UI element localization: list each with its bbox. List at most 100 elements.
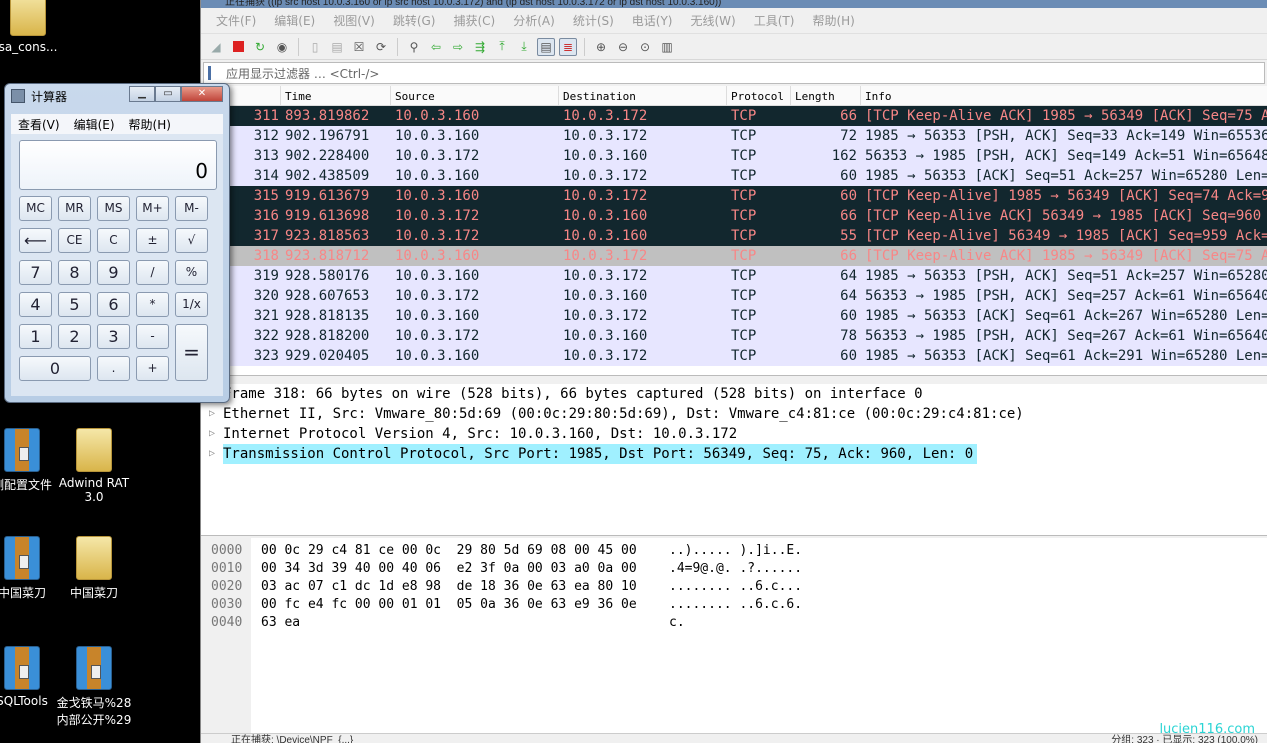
packet-row[interactable]: 317 923.818563 10.0.3.172 10.0.3.160 TCP 55 [T… <box>201 226 1267 246</box>
desktop-icon-chopper-zip[interactable]: 中国菜刀 <box>0 536 62 601</box>
key-8[interactable]: 8 <box>58 260 91 285</box>
packet-row[interactable]: 312 902.196791 10.0.3.160 10.0.3.172 TCP 72 19… <box>201 126 1267 146</box>
capture-options-icon[interactable]: ◉ <box>273 38 291 56</box>
resize-columns-icon[interactable]: ▥ <box>658 38 676 56</box>
key-ms[interactable]: MS <box>97 196 130 221</box>
close-button[interactable]: ✕ <box>181 86 223 102</box>
zoom-in-icon[interactable]: ⊕ <box>592 38 610 56</box>
column-header-source[interactable]: Source <box>391 86 559 105</box>
expand-triangle-icon[interactable]: ▷ <box>201 444 223 464</box>
key-plus-minus[interactable]: ± <box>136 228 169 253</box>
packet-row[interactable]: 322 928.818200 10.0.3.172 10.0.3.160 TCP 78 56… <box>201 326 1267 346</box>
key-sqrt[interactable]: √ <box>175 228 208 253</box>
go-back-icon[interactable]: ⇦ <box>427 38 445 56</box>
calculator-titlebar[interactable]: 计算器 ▁ ▭ ✕ <box>5 84 229 108</box>
packet-row[interactable]: 323 929.020405 10.0.3.160 10.0.3.172 TCP 60 19… <box>201 346 1267 366</box>
go-last-icon[interactable]: ⤓ <box>515 38 533 56</box>
save-file-icon[interactable]: ▤ <box>328 38 346 56</box>
key-1[interactable]: 1 <box>19 324 52 349</box>
key-backspace[interactable]: ⟵ <box>19 228 52 253</box>
key-5[interactable]: 5 <box>58 292 91 317</box>
key-ce[interactable]: CE <box>58 228 91 253</box>
display-filter-input[interactable]: 应用显示过滤器 … <Ctrl-/> <box>226 65 379 82</box>
key-decimal[interactable]: . <box>97 356 130 381</box>
key-subtract[interactable]: - <box>136 324 169 349</box>
bytes-hex-column[interactable]: 00 0c 29 c4 81 ce 00 0c 29 80 5d 69 08 0… <box>251 538 661 733</box>
menu-help[interactable]: 帮助(H) <box>803 12 863 29</box>
open-file-icon[interactable]: ▯ <box>306 38 324 56</box>
key-4[interactable]: 4 <box>19 292 52 317</box>
packet-row[interactable]: 318 923.818712 10.0.3.160 10.0.3.172 TCP 66 [T… <box>201 246 1267 266</box>
packet-row[interactable]: 316 919.613698 10.0.3.172 10.0.3.160 TCP 66 [T… <box>201 206 1267 226</box>
key-percent[interactable]: % <box>175 260 208 285</box>
menu-wireless[interactable]: 无线(W) <box>682 12 745 29</box>
column-header-info[interactable]: Info <box>861 86 1267 105</box>
packet-row[interactable]: 321 928.818135 10.0.3.160 10.0.3.172 TCP 60 19… <box>201 306 1267 326</box>
menu-edit[interactable]: 编辑(E) <box>265 12 324 29</box>
key-m-minus[interactable]: M- <box>175 196 208 221</box>
find-packet-icon[interactable]: ⚲ <box>405 38 423 56</box>
shark-fin-start-icon[interactable]: ◢ <box>207 38 225 56</box>
packet-row[interactable]: 319 928.580176 10.0.3.160 10.0.3.172 TCP 64 19… <box>201 266 1267 286</box>
go-first-icon[interactable]: ⤒ <box>493 38 511 56</box>
menu-tools[interactable]: 工具(T) <box>745 12 804 29</box>
column-header-time[interactable]: Time <box>281 86 391 105</box>
colorize-icon[interactable]: ≣ <box>559 37 577 56</box>
packet-row[interactable]: 314 902.438509 10.0.3.160 10.0.3.172 TCP 60 19… <box>201 166 1267 186</box>
go-forward-icon[interactable]: ⇨ <box>449 38 467 56</box>
key-divide[interactable]: / <box>136 260 169 285</box>
go-to-packet-icon[interactable]: ⇶ <box>471 38 489 56</box>
column-header-protocol[interactable]: Protocol <box>727 86 791 105</box>
expand-triangle-icon[interactable]: ▷ <box>201 404 223 424</box>
zoom-out-icon[interactable]: ⊖ <box>614 38 632 56</box>
autoscroll-icon[interactable]: ▤ <box>537 37 555 56</box>
menu-analyze[interactable]: 分析(A) <box>504 12 564 29</box>
maximize-button[interactable]: ▭ <box>155 86 181 102</box>
column-header-length[interactable]: Length <box>791 86 861 105</box>
key-add[interactable]: + <box>136 356 169 381</box>
column-header-destination[interactable]: Destination <box>559 86 727 105</box>
packet-row[interactable]: 313 902.228400 10.0.3.172 10.0.3.160 TCP 162 5… <box>201 146 1267 166</box>
key-6[interactable]: 6 <box>97 292 130 317</box>
menu-statistics[interactable]: 统计(S) <box>564 12 623 29</box>
close-file-icon[interactable]: ☒ <box>350 38 368 56</box>
packet-row[interactable]: 315 919.613679 10.0.3.160 10.0.3.172 TCP 60 [T… <box>201 186 1267 206</box>
desktop-icon-sa-cons[interactable]: sa_cons... <box>0 0 68 54</box>
detail-tree-item[interactable]: ▷ Internet Protocol Version 4, Src: 10.0.… <box>201 424 1267 444</box>
desktop-icon-chopper-folder[interactable]: 中国菜刀 <box>54 536 134 601</box>
reload-file-icon[interactable]: ⟳ <box>372 38 390 56</box>
zoom-reset-icon[interactable]: ⊙ <box>636 38 654 56</box>
key-3[interactable]: 3 <box>97 324 130 349</box>
key-2[interactable]: 2 <box>58 324 91 349</box>
desktop-icon-config[interactable]: 测配置文件 <box>0 428 62 493</box>
packet-row[interactable]: 320 928.607653 10.0.3.172 10.0.3.160 TCP 64 56… <box>201 286 1267 306</box>
key-equals[interactable]: = <box>175 324 208 381</box>
bookmark-icon[interactable] <box>208 66 220 80</box>
menu-go[interactable]: 跳转(G) <box>384 12 445 29</box>
key-reciprocal[interactable]: 1/x <box>175 292 208 317</box>
menu-file[interactable]: 文件(F) <box>207 12 265 29</box>
menu-telephony[interactable]: 电话(Y) <box>623 12 682 29</box>
key-c[interactable]: C <box>97 228 130 253</box>
key-mr[interactable]: MR <box>58 196 91 221</box>
key-mc[interactable]: MC <box>19 196 52 221</box>
detail-tree-item[interactable]: ▷ Transmission Control Protocol, Src Port… <box>201 444 1267 464</box>
desktop-icon-adwind[interactable]: Adwind RAT 3.0 <box>54 428 134 504</box>
key-0[interactable]: 0 <box>19 356 91 381</box>
key-7[interactable]: 7 <box>19 260 52 285</box>
calc-menu-help[interactable]: 帮助(H) <box>122 116 178 133</box>
key-m-plus[interactable]: M+ <box>136 196 169 221</box>
key-multiply[interactable]: * <box>136 292 169 317</box>
stop-capture-icon[interactable] <box>229 38 247 56</box>
desktop-icon-jinge[interactable]: 金戈铁马%28 内部公开%29 <box>54 646 134 728</box>
menu-capture[interactable]: 捕获(C) <box>444 12 504 29</box>
packet-row[interactable]: 311 893.819862 10.0.3.160 10.0.3.172 TCP 66 [T… <box>201 106 1267 126</box>
bytes-ascii-column[interactable]: ..)..... ).]i..E. .4=9@.@. .?............… <box>661 538 802 733</box>
desktop-icon-sqltools[interactable]: SQLTools <box>0 646 62 708</box>
display-filter-bar[interactable]: 应用显示过滤器 … <Ctrl-/> <box>203 62 1265 84</box>
calc-menu-edit[interactable]: 编辑(E) <box>67 116 122 133</box>
calc-menu-view[interactable]: 查看(V) <box>11 116 67 133</box>
menu-view[interactable]: 视图(V) <box>324 12 384 29</box>
expand-triangle-icon[interactable]: ▷ <box>201 424 223 444</box>
detail-tree-item[interactable]: ▷Frame 318: 66 bytes on wire (528 bits),… <box>201 384 1267 404</box>
